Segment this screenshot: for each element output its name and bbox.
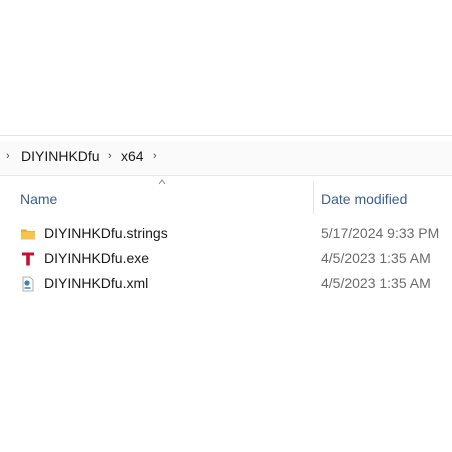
exe-app-icon — [22, 252, 34, 266]
breadcrumb-item-diyinhkdfu[interactable]: DIYINHKDfu — [21, 148, 100, 164]
chevron-right-icon[interactable]: › — [153, 150, 157, 162]
file-date: 5/17/2024 9:33 PM — [321, 225, 440, 241]
file-name: DIYINHKDfu.strings — [44, 225, 168, 241]
file-name: DIYINHKDfu.exe — [44, 250, 150, 266]
chevron-right-icon[interactable]: › — [6, 150, 10, 162]
column-header-date-modified[interactable]: Date modified — [321, 191, 407, 207]
file-row-strings[interactable]: DIYINHKDfu.strings 5/17/2024 9:33 PM — [0, 222, 452, 246]
window-divider — [0, 135, 452, 136]
sort-ascending-icon — [158, 179, 166, 185]
column-header-name[interactable]: Name — [20, 191, 57, 207]
folder-icon — [21, 229, 35, 240]
file-date: 4/5/2023 1:35 AM — [321, 250, 431, 266]
file-row-xml[interactable]: DIYINHKDfu.xml 4/5/2023 1:35 AM — [0, 272, 452, 296]
file-date: 4/5/2023 1:35 AM — [321, 275, 431, 291]
breadcrumb-item-x64[interactable]: x64 — [121, 148, 144, 164]
file-row-exe[interactable]: DIYINHKDfu.exe 4/5/2023 1:35 AM — [0, 247, 452, 271]
file-name: DIYINHKDfu.xml — [44, 275, 149, 291]
xml-file-icon — [22, 276, 34, 292]
column-divider[interactable] — [313, 182, 314, 214]
chevron-right-icon[interactable]: › — [108, 150, 112, 162]
